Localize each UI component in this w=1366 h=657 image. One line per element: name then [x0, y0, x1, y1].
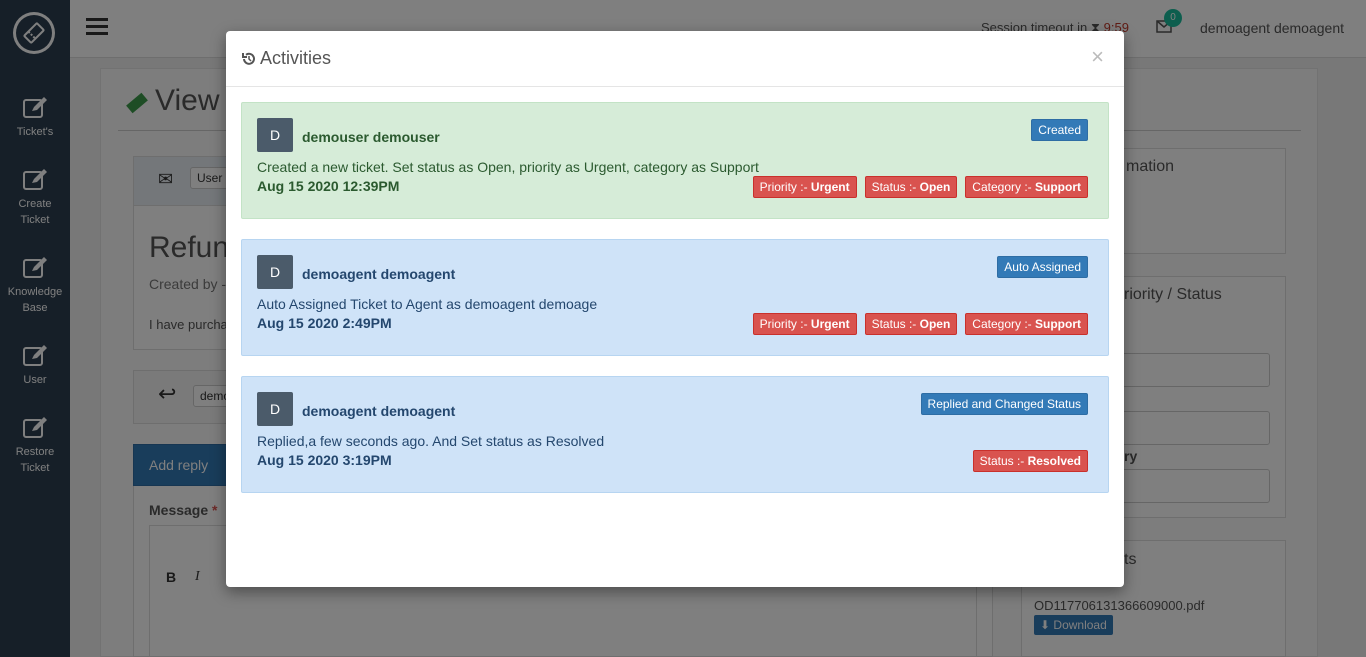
category-badge: Category :- Support [965, 176, 1088, 198]
activity-type-badge: Replied and Changed Status [920, 393, 1088, 415]
activity-message: Replied,a few seconds ago. And Set statu… [257, 433, 605, 449]
avatar: D [257, 392, 293, 426]
priority-badge: Priority :- Urgent [752, 313, 857, 335]
activity-date: Aug 15 2020 2:49PM [257, 315, 392, 331]
status-badge: Status :- Resolved [972, 450, 1088, 472]
activity-tags: Priority :- Urgent Status :- Open Catego… [752, 176, 1088, 198]
modal-header: Activities × [226, 31, 1124, 87]
history-icon [242, 52, 255, 65]
modal-title: Activities [260, 48, 332, 68]
activity-message: Auto Assigned Ticket to Agent as demoage… [257, 296, 598, 312]
priority-badge: Priority :- Urgent [752, 176, 857, 198]
activity-tags: Status :- Resolved [972, 450, 1088, 472]
activity-message: Created a new ticket. Set status as Open… [257, 159, 759, 175]
status-badge: Status :- Open [864, 176, 958, 198]
activities-modal: Activities × D demouser demouser Created… [226, 31, 1124, 587]
close-icon[interactable]: × [1091, 44, 1104, 70]
category-badge: Category :- Support [965, 313, 1088, 335]
activity-user: demoagent demoagent [302, 266, 456, 282]
activity-user: demoagent demoagent [302, 403, 456, 419]
activity-tags: Priority :- Urgent Status :- Open Catego… [752, 313, 1088, 335]
activity-item: D demoagent demoagent Replied and Change… [241, 376, 1109, 493]
activity-item: D demoagent demoagent Auto Assigned Auto… [241, 239, 1109, 356]
activity-item: D demouser demouser Created Created a ne… [241, 102, 1109, 219]
avatar: D [257, 118, 293, 152]
activity-user: demouser demouser [302, 129, 440, 145]
activity-date: Aug 15 2020 12:39PM [257, 178, 400, 194]
activity-date: Aug 15 2020 3:19PM [257, 452, 392, 468]
activity-type-badge: Auto Assigned [997, 256, 1088, 278]
activity-type-badge: Created [1031, 119, 1088, 141]
status-badge: Status :- Open [864, 313, 958, 335]
avatar: D [257, 255, 293, 289]
